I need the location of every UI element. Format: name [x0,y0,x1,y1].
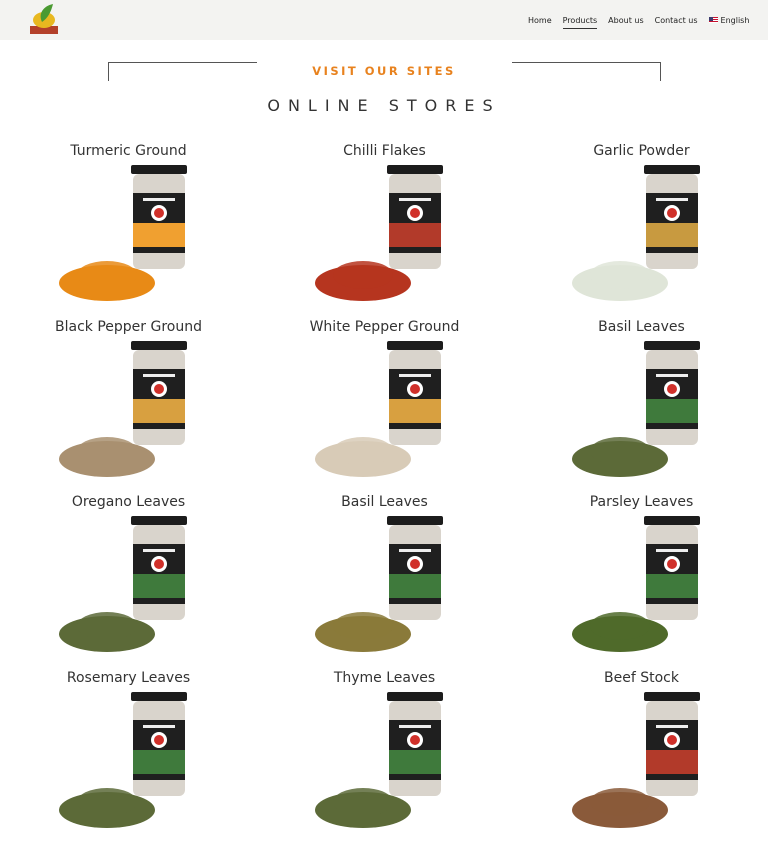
product-image[interactable] [49,690,209,840]
product-name: Rosemary Leaves [66,670,191,686]
product-name: Thyme Leaves [333,670,436,686]
section-eyebrow: VISIT OUR SITES [312,64,456,78]
nav-products[interactable]: Products [562,16,597,29]
site-header: Home Products About us Contact us Englis… [0,0,768,40]
product-card[interactable]: Basil Leaves [513,319,768,495]
product-card[interactable]: Parsley Leaves [513,494,768,670]
product-name: Oregano Leaves [71,494,186,510]
product-card[interactable]: Turmeric Ground [0,143,257,319]
product-card[interactable]: Beef Stock [513,670,768,846]
product-image[interactable] [562,514,722,664]
product-card[interactable]: Garlic Powder [513,143,768,319]
product-image[interactable] [305,690,465,840]
product-name: Basil Leaves [598,319,685,335]
product-card[interactable]: Oregano Leaves [0,494,257,670]
nav-contact-us[interactable]: Contact us [655,16,698,25]
language-selector[interactable]: English [708,15,750,25]
language-label: English [720,15,750,25]
product-card[interactable]: White Pepper Ground [256,319,513,495]
product-name: White Pepper Ground [309,319,460,335]
nav-about-us[interactable]: About us [608,16,643,25]
product-image[interactable] [305,163,465,313]
product-image[interactable] [49,163,209,313]
product-image[interactable] [562,339,722,489]
product-image[interactable] [49,514,209,664]
nav-home[interactable]: Home [528,16,552,25]
product-name: Turmeric Ground [70,143,187,159]
product-card[interactable]: Rosemary Leaves [0,670,257,846]
product-image[interactable] [562,163,722,313]
product-name: Parsley Leaves [589,494,694,510]
main-nav: Home Products About us Contact us Englis… [528,13,760,29]
product-name: Beef Stock [604,670,679,686]
product-image[interactable] [562,690,722,840]
product-image[interactable] [305,514,465,664]
product-card[interactable]: Chilli Flakes [256,143,513,319]
product-name: Basil Leaves [341,494,428,510]
product-name: Chilli Flakes [343,143,426,159]
product-name: Garlic Powder [593,143,690,159]
brand-logo[interactable] [29,2,59,35]
product-card[interactable]: Black Pepper Ground [0,319,257,495]
product-card[interactable]: Thyme Leaves [256,670,513,846]
product-image[interactable] [49,339,209,489]
product-image[interactable] [305,339,465,489]
product-card[interactable]: Basil Leaves [256,494,513,670]
us-flag-icon [708,17,718,23]
product-name: Black Pepper Ground [55,319,202,335]
section-title: ONLINE STORES [267,96,501,115]
